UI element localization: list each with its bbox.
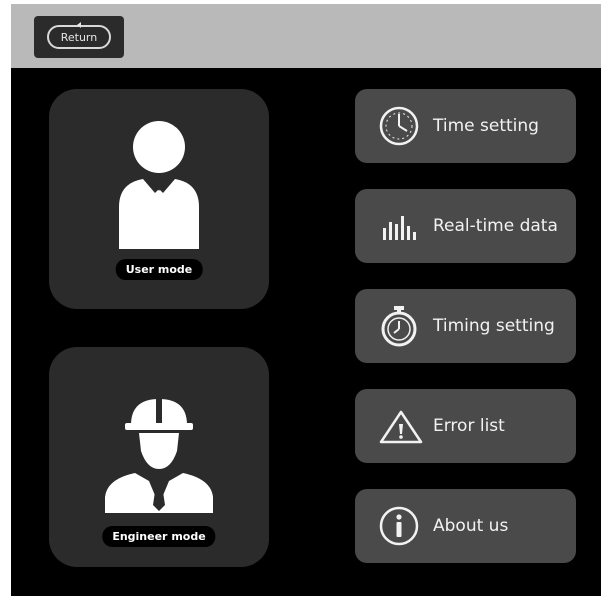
return-arrow-icon [77,22,81,28]
about-us-label: About us [433,516,509,536]
return-label: Return [60,30,98,44]
top-bar: Return [11,4,601,68]
bar-chart-icon [377,201,427,251]
info-icon [377,501,427,551]
user-mode-label: User mode [115,259,203,280]
error-list-label: Error list [433,416,505,436]
timing-setting-label: Timing setting [433,316,555,336]
return-button[interactable]: Return [34,16,124,58]
time-setting-button[interactable]: Time setting [355,89,576,163]
return-pill: Return [47,22,111,49]
real-time-data-button[interactable]: Real-time data [355,189,576,263]
about-us-button[interactable]: About us [355,489,576,563]
error-list-button[interactable]: Error list [355,389,576,463]
user-icon [119,121,199,249]
app-window: Return User mode Engineer mode Time sett… [11,4,601,596]
warning-icon [377,401,427,451]
engineer-icon [105,399,213,513]
time-setting-label: Time setting [433,116,539,136]
clock-icon [377,101,427,151]
stopwatch-icon [377,301,427,351]
engineer-mode-label: Engineer mode [102,526,216,547]
real-time-data-label: Real-time data [433,216,558,236]
engineer-mode-card[interactable]: Engineer mode [49,347,269,567]
timing-setting-button[interactable]: Timing setting [355,289,576,363]
user-mode-card[interactable]: User mode [49,89,269,309]
